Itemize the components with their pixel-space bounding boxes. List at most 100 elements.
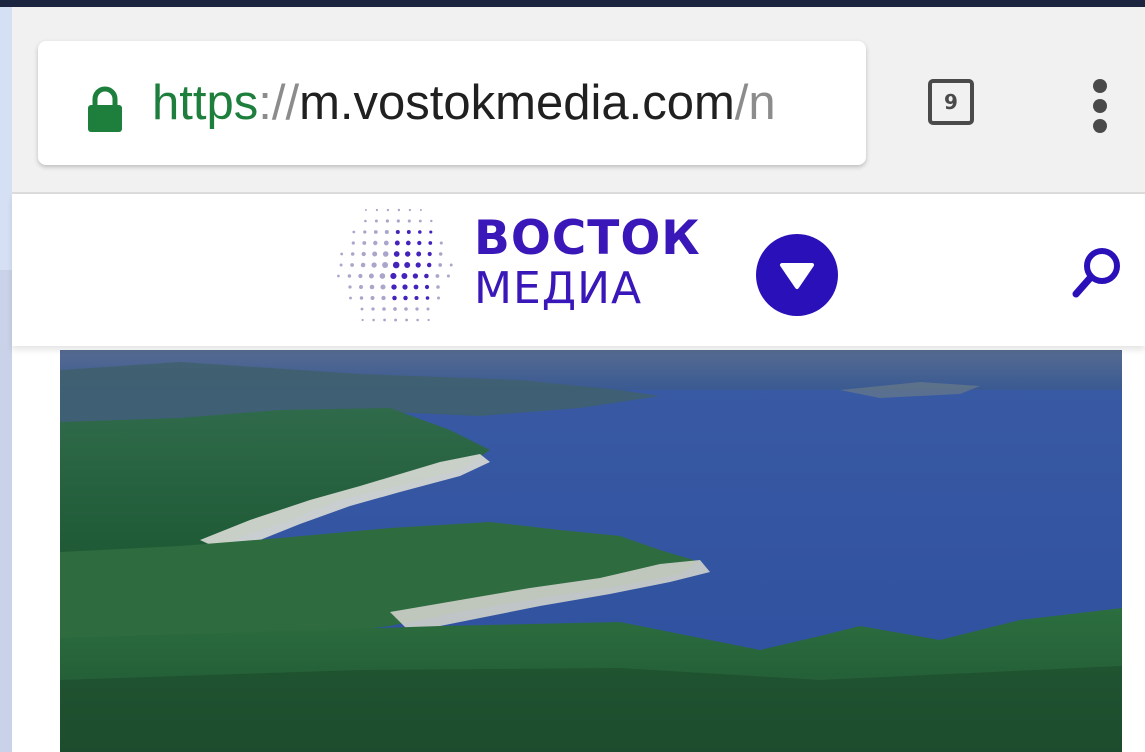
logo-dot bbox=[373, 240, 378, 246]
logo-dot bbox=[414, 295, 419, 301]
article-hero-image[interactable] bbox=[60, 350, 1122, 752]
logo-dot bbox=[407, 219, 411, 223]
logo-dot bbox=[359, 285, 363, 289]
logo-dot bbox=[364, 209, 367, 211]
url-text[interactable]: https://m.vostokmedia.com/n bbox=[152, 71, 866, 135]
logo-dot bbox=[393, 251, 400, 257]
logo-dot bbox=[383, 318, 386, 322]
logo-dot bbox=[424, 273, 429, 279]
logo-dot bbox=[446, 274, 450, 278]
logo-dot bbox=[439, 241, 443, 245]
screenshot-frame-top bbox=[0, 0, 1145, 7]
logo-dot bbox=[359, 296, 364, 300]
logo-dot bbox=[397, 208, 401, 212]
logo-dot bbox=[415, 262, 421, 268]
logo-dot bbox=[385, 219, 389, 223]
logo-dot bbox=[382, 251, 389, 257]
logo-dot bbox=[393, 307, 397, 311]
logo-dot bbox=[438, 263, 443, 267]
logo-dot bbox=[427, 251, 432, 257]
logo-dot bbox=[412, 273, 419, 279]
logo-dot bbox=[406, 230, 411, 234]
logo-dot bbox=[372, 318, 375, 322]
logo-dot bbox=[360, 262, 366, 268]
logo-dot bbox=[395, 229, 400, 235]
logo-dot bbox=[408, 208, 412, 212]
logo-dot bbox=[373, 230, 378, 234]
logo-dot bbox=[379, 273, 386, 279]
logo-dot bbox=[436, 296, 441, 300]
logo-dot bbox=[390, 272, 397, 280]
logo-dot bbox=[404, 251, 411, 257]
logo-dot bbox=[348, 285, 352, 289]
screenshot-frame-left-lower bbox=[0, 270, 12, 752]
logo-dot bbox=[364, 219, 367, 223]
logo-dot bbox=[426, 307, 430, 311]
logo-dot bbox=[371, 307, 375, 311]
logo-dot bbox=[382, 307, 386, 311]
logo-dot bbox=[361, 318, 364, 322]
logo-dot bbox=[425, 296, 430, 300]
logo-dot bbox=[404, 307, 408, 311]
logo-dot bbox=[358, 273, 363, 279]
overflow-menu-icon[interactable] bbox=[1090, 79, 1110, 139]
logo-dot bbox=[438, 252, 443, 256]
logo-dot bbox=[350, 263, 354, 267]
logo-dot bbox=[430, 219, 433, 223]
browser-toolbar: https://m.vostokmedia.com/n 9 bbox=[12, 7, 1145, 194]
logo-dot bbox=[349, 296, 352, 300]
logo-dot bbox=[381, 295, 386, 301]
logo-dot bbox=[337, 274, 340, 278]
logo-dot bbox=[361, 251, 366, 257]
logo-dot bbox=[392, 295, 397, 301]
logo-dot bbox=[427, 318, 430, 322]
logo-dot bbox=[350, 252, 355, 256]
logo-dot bbox=[394, 240, 400, 246]
logo-dot bbox=[404, 262, 411, 268]
logo-dot bbox=[416, 318, 419, 322]
logo-dot bbox=[394, 318, 398, 322]
tab-counter-icon[interactable]: 9 bbox=[928, 79, 974, 125]
search-icon[interactable] bbox=[1068, 242, 1128, 302]
article-content bbox=[12, 346, 1145, 752]
logo-dot bbox=[418, 219, 422, 223]
logo-dot bbox=[368, 273, 374, 279]
url-host: m.vostokmedia.com bbox=[299, 76, 735, 130]
chevron-down-icon bbox=[780, 263, 814, 289]
logo-dot bbox=[401, 273, 408, 279]
logo-dot bbox=[363, 230, 367, 234]
logo-dot bbox=[352, 230, 356, 234]
logo-dot bbox=[405, 240, 411, 246]
logo-dot bbox=[413, 284, 419, 290]
logo-dot bbox=[417, 240, 422, 246]
site-logo[interactable]: ВОСТОК МЕДИА bbox=[474, 214, 701, 314]
logo-dot bbox=[351, 241, 355, 245]
logo-dot bbox=[347, 274, 352, 278]
logo-dot bbox=[391, 284, 397, 290]
url-scheme: https bbox=[152, 76, 259, 130]
logo-dot bbox=[362, 241, 367, 245]
url-path: /n bbox=[734, 76, 776, 130]
logo-dot bbox=[416, 251, 422, 257]
logo-dot bbox=[360, 307, 364, 311]
logo-dot bbox=[372, 251, 378, 257]
address-bar[interactable]: https://m.vostokmedia.com/n bbox=[38, 41, 866, 165]
logo-dot bbox=[424, 284, 430, 290]
logo-dot bbox=[428, 241, 433, 245]
logo-dot bbox=[402, 284, 408, 290]
logo-dot bbox=[369, 284, 375, 290]
logo-dot bbox=[396, 219, 400, 223]
logo-dot bbox=[418, 230, 422, 234]
logo-dot bbox=[375, 208, 378, 212]
logo-dot bbox=[403, 295, 408, 301]
logo-dot bbox=[415, 307, 419, 311]
menu-dropdown-button[interactable] bbox=[756, 234, 838, 316]
logo-dot bbox=[392, 261, 400, 269]
logo-dot bbox=[374, 219, 378, 223]
logo-dot bbox=[426, 262, 432, 268]
logo-dot bbox=[435, 274, 440, 278]
url-separator: :// bbox=[258, 76, 300, 130]
logo-mark[interactable] bbox=[328, 204, 464, 332]
lock-icon bbox=[88, 86, 122, 132]
logo-dot bbox=[370, 296, 375, 300]
